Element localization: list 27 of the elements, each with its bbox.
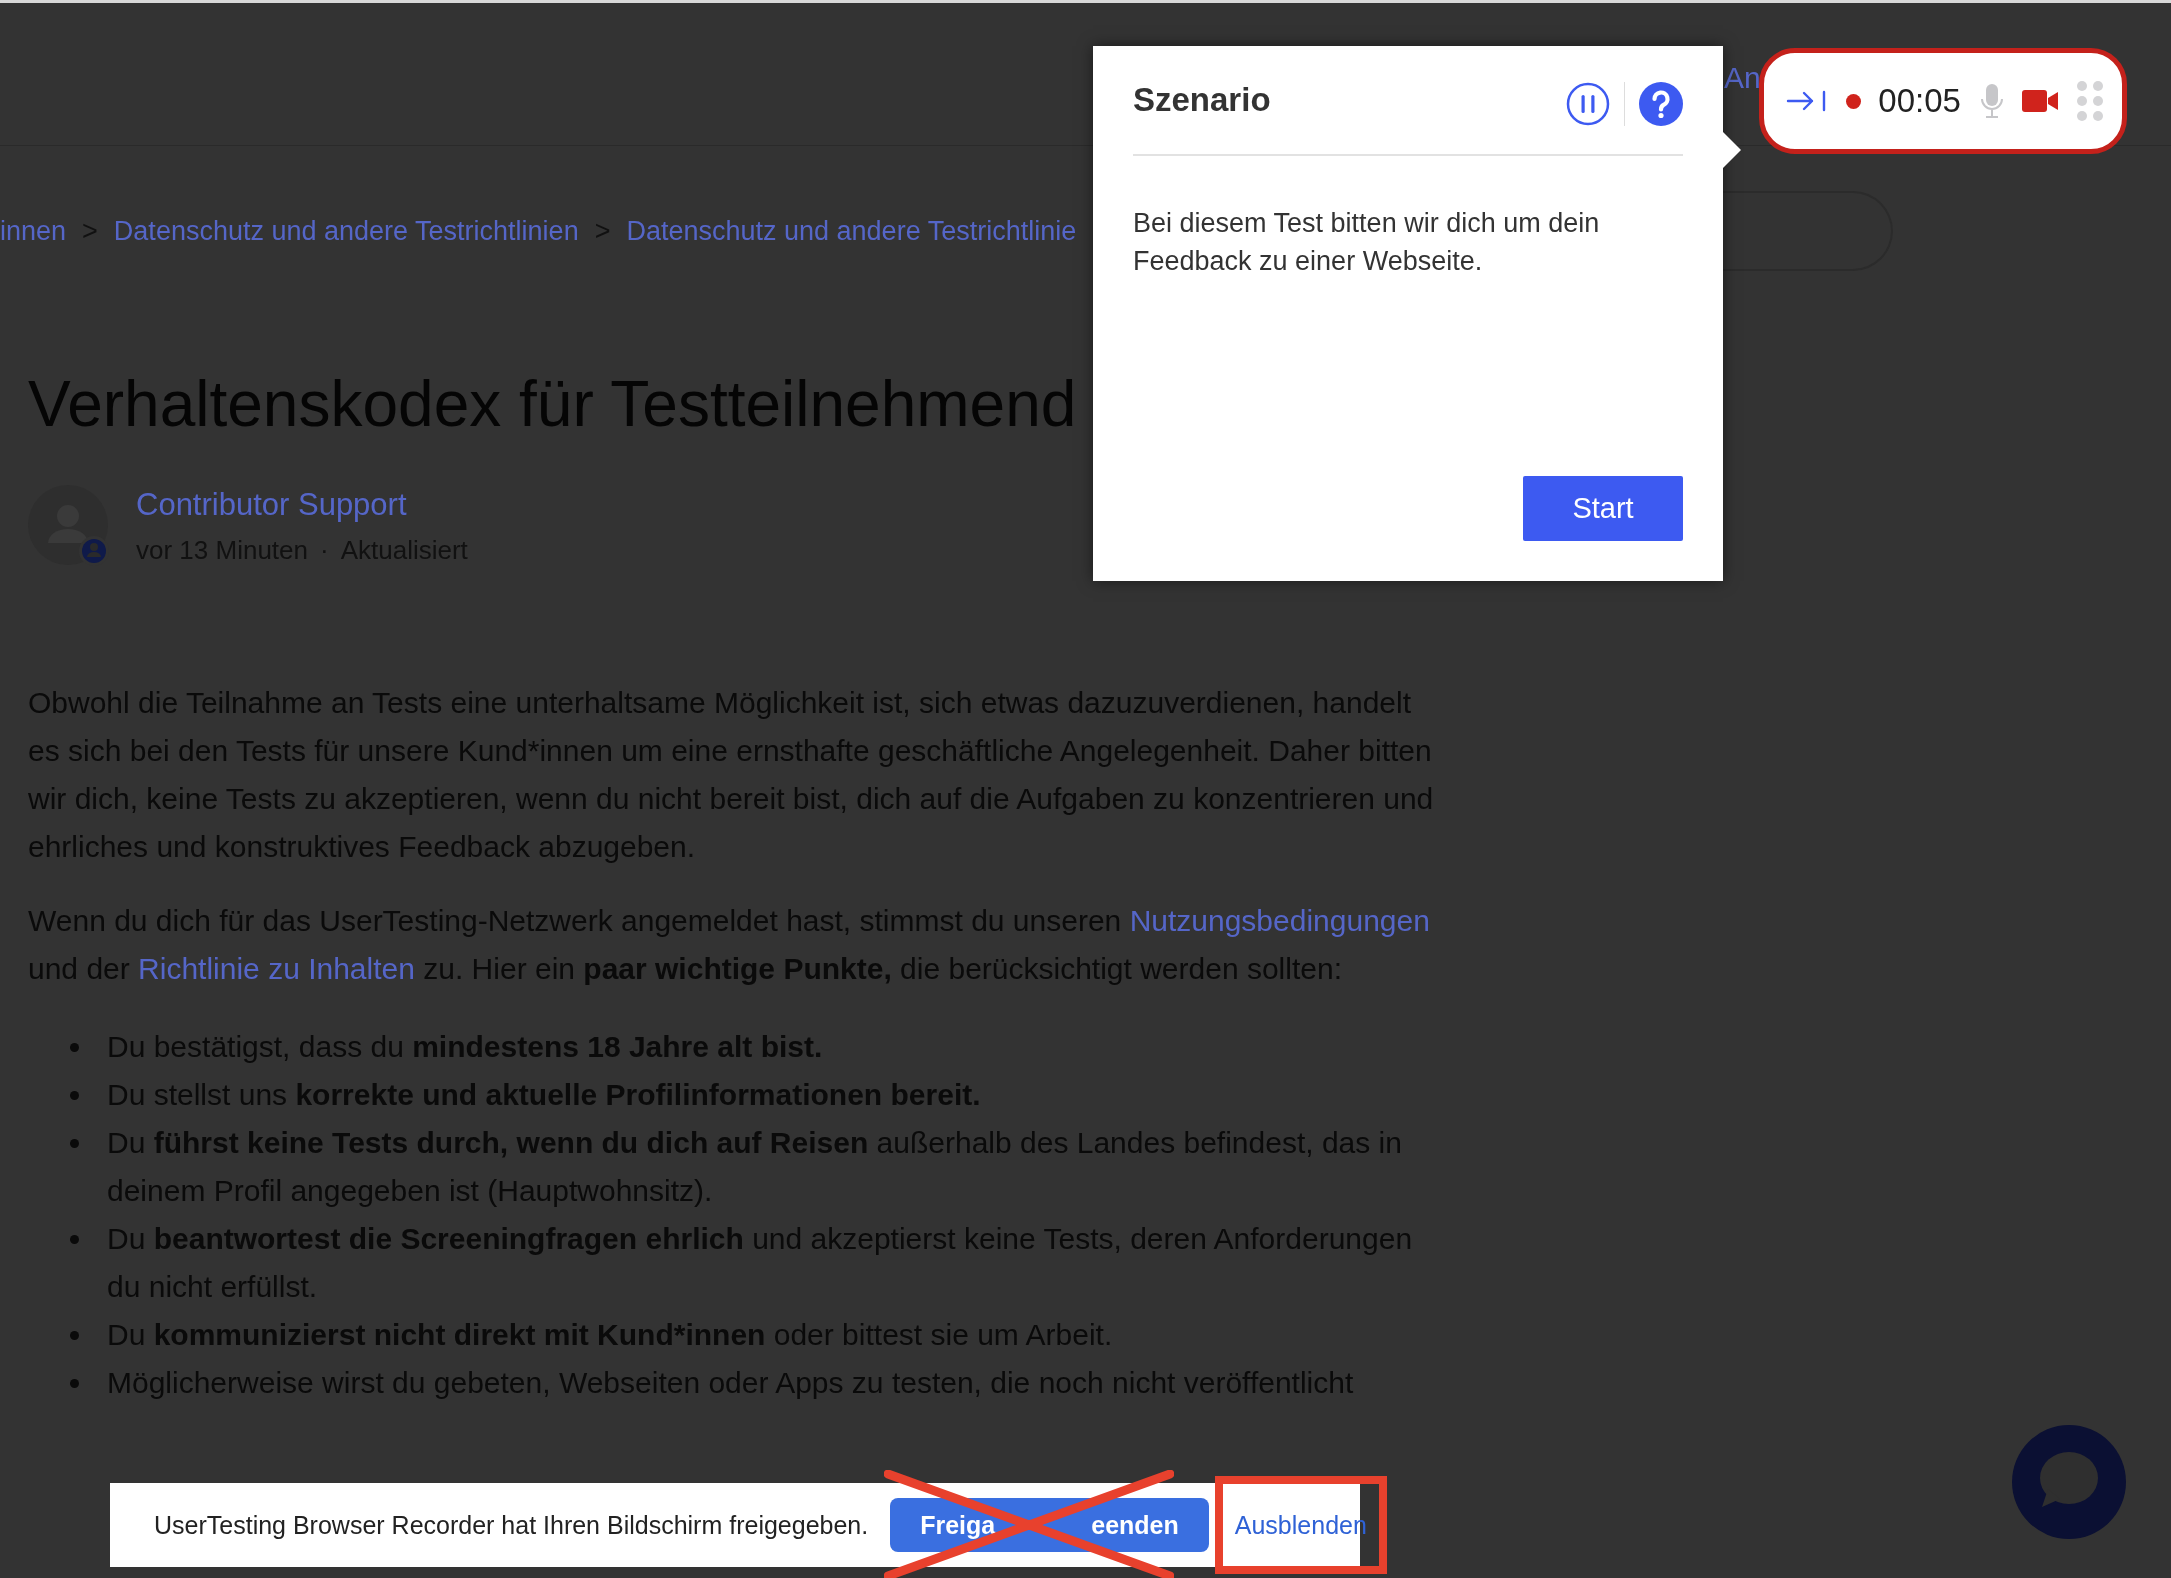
share-message: UserTesting Browser Recorder hat Ihren Bildschirm freigegeben. — [154, 1510, 869, 1540]
avatar-icon — [28, 485, 110, 567]
breadcrumb-link[interactable]: Datenschutz und andere Testrichtlinie — [626, 216, 1077, 247]
pause-icon[interactable] — [1566, 82, 1610, 126]
author-link[interactable]: Contributor Support — [136, 486, 407, 523]
text-link[interactable]: Nutzungsbedingungen — [1129, 904, 1430, 937]
meta-separator: · — [320, 534, 329, 566]
popup-text: Bei diesem Test bitten wir dich um dein Feedback zu einer Webseite. — [1133, 207, 1601, 278]
video-camera-icon[interactable] — [2022, 89, 2059, 113]
breadcrumb-link[interactable]: Datenschutz und andere Testrichtlinien — [113, 216, 579, 247]
text-link[interactable]: Richtlinie zu Inhalten — [138, 952, 415, 985]
nav-link[interactable]: An — [1724, 61, 1761, 95]
start-button[interactable]: Start — [1523, 476, 1683, 541]
help-icon[interactable] — [1639, 82, 1683, 126]
drag-handle-icon[interactable] — [2075, 80, 2104, 122]
collapse-icon[interactable] — [1786, 88, 1828, 114]
bullet-icon — [70, 1235, 79, 1244]
bullet-icon — [70, 1043, 79, 1052]
recording-timer: 00:05 — [1878, 82, 1961, 120]
popup-title: Szenario — [1133, 81, 1271, 119]
bullet-icon — [70, 1139, 79, 1148]
bullet-icon — [70, 1331, 79, 1340]
bullet-icon — [70, 1379, 79, 1388]
breadcrumb-separator: > — [594, 216, 611, 247]
breadcrumb-separator: > — [82, 216, 98, 247]
breadcrumb-link[interactable]: innen — [0, 216, 67, 247]
bullet-icon — [70, 1091, 79, 1100]
